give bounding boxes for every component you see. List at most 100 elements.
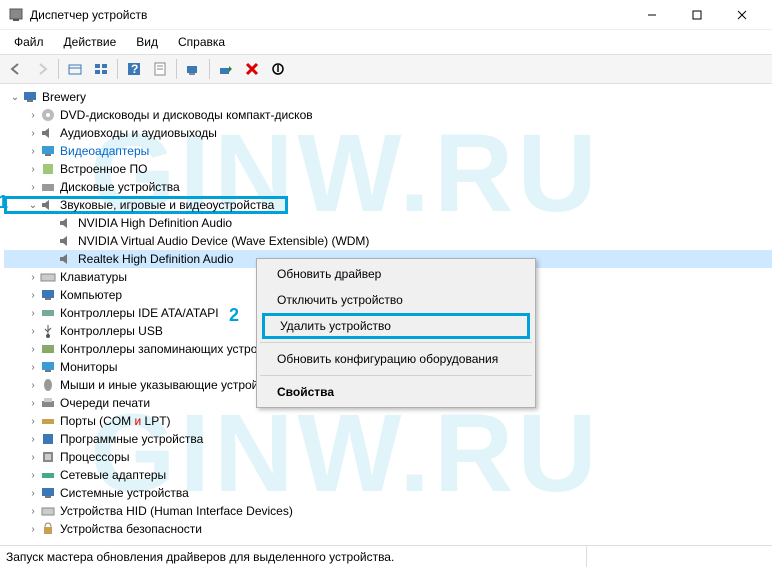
chevron-right-icon[interactable]: › <box>26 452 40 463</box>
tree-label[interactable]: Клавиатуры <box>60 270 127 284</box>
tree-label[interactable]: Устройства безопасности <box>60 522 202 536</box>
ctx-properties[interactable]: Свойства <box>259 379 533 405</box>
tree-label[interactable]: Устройства HID (Human Interface Devices) <box>60 504 293 518</box>
tree-label[interactable]: Программные устройства <box>60 432 203 446</box>
tree-label[interactable]: Процессоры <box>60 450 130 464</box>
chevron-down-icon[interactable]: ⌄ <box>8 92 22 103</box>
ctx-rescan-hardware[interactable]: Обновить конфигурацию оборудования <box>259 346 533 372</box>
chevron-right-icon[interactable]: › <box>26 128 40 139</box>
tree-label[interactable]: Дисковые устройства <box>60 180 180 194</box>
tree-item: › Встроенное ПО <box>4 160 772 178</box>
disc-icon <box>40 107 56 123</box>
status-text: Запуск мастера обновления драйверов для … <box>6 550 394 564</box>
separator <box>209 59 210 79</box>
usb-icon <box>40 323 56 339</box>
tree-label[interactable]: Очереди печати <box>60 396 150 410</box>
tree-label[interactable]: Realtek High Definition Audio <box>78 252 233 266</box>
titlebar: Диспетчер устройств <box>0 0 772 30</box>
tree-label[interactable]: Встроенное ПО <box>60 162 147 176</box>
chevron-right-icon[interactable]: › <box>26 326 40 337</box>
close-button[interactable] <box>719 1 764 29</box>
view-button[interactable] <box>89 57 113 81</box>
tree-label[interactable]: Мониторы <box>60 360 117 374</box>
uninstall-button[interactable] <box>240 57 264 81</box>
minimize-button[interactable] <box>629 1 674 29</box>
chevron-right-icon[interactable]: › <box>26 272 40 283</box>
chevron-right-icon[interactable]: › <box>26 488 40 499</box>
tree-label[interactable]: Сетевые адаптеры <box>60 468 166 482</box>
tree-label[interactable]: NVIDIA Virtual Audio Device (Wave Extens… <box>78 234 369 248</box>
scan-button[interactable] <box>181 57 205 81</box>
chevron-right-icon[interactable]: › <box>26 416 40 427</box>
forward-button[interactable] <box>30 57 54 81</box>
back-button[interactable] <box>4 57 28 81</box>
monitor-icon <box>40 359 56 375</box>
tree-label[interactable]: Компьютер <box>60 288 122 302</box>
network-icon <box>40 467 56 483</box>
chevron-right-icon[interactable]: › <box>26 146 40 157</box>
svg-text:?: ? <box>131 62 138 76</box>
ctx-delete-device[interactable]: Удалить устройство <box>262 313 530 339</box>
tree-item: › Аудиовходы и аудиовыходы <box>4 124 772 142</box>
chevron-down-icon[interactable]: ⌄ <box>26 200 40 211</box>
tree-item: › Устройства безопасности <box>4 520 772 538</box>
show-hidden-button[interactable] <box>63 57 87 81</box>
chevron-right-icon[interactable]: › <box>26 110 40 121</box>
menu-view[interactable]: Вид <box>128 32 166 52</box>
chevron-right-icon[interactable]: › <box>26 164 40 175</box>
chevron-right-icon[interactable]: › <box>26 398 40 409</box>
ctx-disable-device[interactable]: Отключить устройство <box>259 287 533 313</box>
speaker-icon <box>58 251 74 267</box>
tree-label[interactable]: Видеоадаптеры <box>60 144 149 158</box>
chevron-right-icon[interactable]: › <box>26 434 40 445</box>
chevron-right-icon[interactable]: › <box>26 506 40 517</box>
menu-file[interactable]: Файл <box>6 32 52 52</box>
tree-item-sound: ⌄ Звуковые, игровые и видеоустройства <box>4 196 288 214</box>
tree-item: › DVD-дисководы и дисководы компакт-диско… <box>4 106 772 124</box>
tree-item: › Программные устройства <box>4 430 772 448</box>
ctx-update-driver[interactable]: Обновить драйвер <box>259 261 533 287</box>
menu-help[interactable]: Справка <box>170 32 233 52</box>
help-button[interactable]: ? <box>122 57 146 81</box>
chevron-right-icon[interactable]: › <box>26 290 40 301</box>
mouse-icon <box>40 377 56 393</box>
chevron-right-icon[interactable]: › <box>26 470 40 481</box>
tree-item: › Системные устройства <box>4 484 772 502</box>
tree-label[interactable]: DVD-дисководы и дисководы компакт-дисков <box>60 108 313 122</box>
tree-item: NVIDIA Virtual Audio Device (Wave Extens… <box>4 232 772 250</box>
chevron-right-icon[interactable]: › <box>26 308 40 319</box>
tree-label[interactable]: Контроллеры запоминающих устройств <box>60 342 282 356</box>
disable-button[interactable] <box>266 57 290 81</box>
chevron-right-icon[interactable]: › <box>26 524 40 535</box>
chevron-right-icon[interactable]: › <box>26 380 40 391</box>
tree-label[interactable]: NVIDIA High Definition Audio <box>78 216 232 230</box>
tree-label[interactable]: Порты (COM и LPT) <box>60 414 171 428</box>
tree-label[interactable]: Аудиовходы и аудиовыходы <box>60 126 217 140</box>
tree-label[interactable]: Системные устройства <box>60 486 189 500</box>
window-title: Диспетчер устройств <box>30 8 629 22</box>
tree-label[interactable]: Контроллеры IDE ATA/ATAPI <box>60 306 219 320</box>
chip-icon <box>40 161 56 177</box>
tree-item: › Устройства HID (Human Interface Devices… <box>4 502 772 520</box>
printer-icon <box>40 395 56 411</box>
menu-action[interactable]: Действие <box>56 32 125 52</box>
maximize-button[interactable] <box>674 1 719 29</box>
statusbar: Запуск мастера обновления драйверов для … <box>0 545 772 567</box>
tree-label[interactable]: Контроллеры USB <box>60 324 163 338</box>
chevron-right-icon[interactable]: › <box>26 182 40 193</box>
context-menu: 2 Обновить драйвер Отключить устройство … <box>256 258 536 408</box>
chevron-right-icon[interactable]: › <box>26 362 40 373</box>
computer-icon <box>40 287 56 303</box>
separator <box>260 375 532 376</box>
storage-icon <box>40 341 56 357</box>
cpu-icon <box>40 449 56 465</box>
tree-root[interactable]: ⌄ Brewery <box>4 88 772 106</box>
tree-label[interactable]: Звуковые, игровые и видеоустройства <box>60 198 274 212</box>
status-cell <box>586 546 766 567</box>
properties-button[interactable] <box>148 57 172 81</box>
update-driver-button[interactable] <box>214 57 238 81</box>
tree-label[interactable]: Мыши и иные указывающие устройства <box>60 378 283 392</box>
speaker-icon <box>58 233 74 249</box>
tree-item: NVIDIA High Definition Audio <box>4 214 772 232</box>
chevron-right-icon[interactable]: › <box>26 344 40 355</box>
